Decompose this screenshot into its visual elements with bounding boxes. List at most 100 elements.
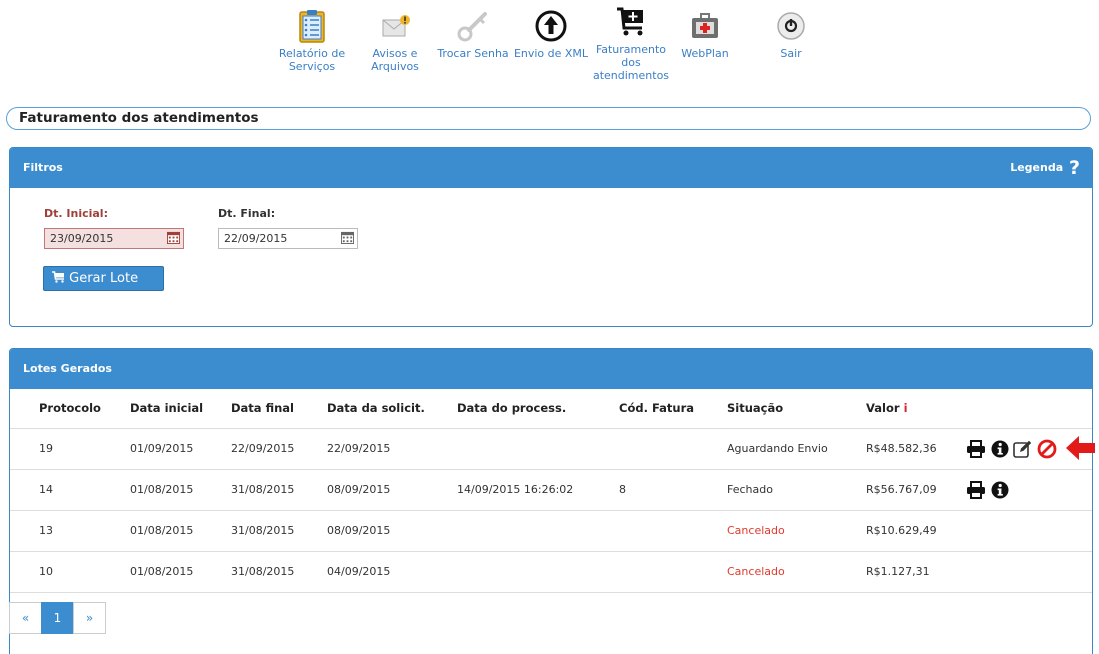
cell-actions <box>966 551 1092 593</box>
power-icon <box>777 12 805 40</box>
edit-icon[interactable] <box>1013 440 1032 458</box>
legend-label: Legenda <box>1010 161 1064 174</box>
cell-situacao: Cancelado <box>727 551 866 593</box>
cart-icon <box>52 271 64 283</box>
start-date-label: Dt. Inicial: <box>44 207 108 220</box>
cell-data-final: 22/09/2015 <box>231 428 327 470</box>
cell-data-solicit: 08/09/2015 <box>327 510 457 552</box>
nav-envio-xml[interactable]: Envio de XML <box>511 8 591 60</box>
clipboard-report-icon <box>299 10 325 43</box>
legend-link[interactable]: Legenda ? <box>1010 148 1080 188</box>
cell-data-final: 31/08/2015 <box>231 510 327 552</box>
pagination: « 1 » <box>9 602 106 634</box>
medical-kit-icon <box>692 13 718 38</box>
generate-lot-button[interactable]: Gerar Lote <box>43 266 164 291</box>
cancel-icon[interactable] <box>1037 439 1057 459</box>
cell-cod-fatura <box>619 428 727 470</box>
table-row: 13 01/08/2015 31/08/2015 08/09/2015 Canc… <box>10 510 1092 552</box>
nav-label: Envio de XML <box>513 47 589 60</box>
cell-cod-fatura: 8 <box>619 469 727 511</box>
cell-cod-fatura <box>619 510 727 552</box>
filters-header: Filtros Legenda ? <box>10 148 1092 188</box>
upload-circle-icon <box>535 10 567 42</box>
info-icon[interactable] <box>991 481 1009 499</box>
cell-data-process <box>457 428 619 470</box>
page-title: Faturamento dos atendimentos <box>6 107 1091 130</box>
question-icon[interactable]: ? <box>1069 148 1080 188</box>
start-date-input[interactable]: 23/09/2015 <box>44 228 184 249</box>
key-icon <box>457 12 487 42</box>
col-valor: Valor i <box>866 389 966 429</box>
cell-data-final: 31/08/2015 <box>231 469 327 511</box>
cell-data-final: 31/08/2015 <box>231 551 327 593</box>
col-actions <box>966 389 1092 429</box>
print-icon[interactable] <box>966 439 986 458</box>
cell-data-inicial: 01/08/2015 <box>130 551 231 593</box>
cart-plus-icon <box>617 7 643 36</box>
nav-label: Sair <box>780 47 802 60</box>
table-header-row: Protocolo Data inicial Data final Data d… <box>10 389 1092 429</box>
cell-valor: R$10.629,49 <box>866 510 966 552</box>
cell-actions <box>966 510 1092 552</box>
nav-faturamento[interactable]: Faturamento dos atendimentos <box>591 4 671 82</box>
cell-situacao: Cancelado <box>727 510 866 552</box>
cell-data-process: 14/09/2015 16:26:02 <box>457 469 619 511</box>
envelope-warning-icon <box>382 15 410 37</box>
nav-label: Avisos e Arquivos <box>371 47 419 73</box>
table-row: 19 01/09/2015 22/09/2015 22/09/2015 Agua… <box>10 428 1092 470</box>
cell-protocolo: 13 <box>10 510 130 552</box>
cell-data-solicit: 08/09/2015 <box>327 469 457 511</box>
generate-lot-label: Gerar Lote <box>69 271 139 286</box>
lotes-panel: Lotes Gerados Protocolo Data inicial Dat… <box>9 348 1093 654</box>
nav-webplan[interactable]: WebPlan <box>675 8 735 60</box>
filters-title: Filtros <box>23 161 63 174</box>
end-date-label: Dt. Final: <box>218 207 276 220</box>
calendar-icon[interactable] <box>167 231 180 244</box>
calendar-icon[interactable] <box>341 231 354 244</box>
col-data-solicit: Data da solicit. <box>327 389 457 429</box>
nav-avisos-arquivos[interactable]: Avisos e Arquivos <box>360 8 430 73</box>
cell-data-process <box>457 510 619 552</box>
red-arrow-icon <box>1066 436 1095 460</box>
col-data-inicial: Data inicial <box>130 389 231 429</box>
lotes-table: Protocolo Data inicial Data final Data d… <box>10 389 1092 593</box>
nav-sair[interactable]: Sair <box>766 8 816 60</box>
cell-data-inicial: 01/08/2015 <box>130 510 231 552</box>
lotes-header: Lotes Gerados <box>10 349 1092 389</box>
cell-data-solicit: 04/09/2015 <box>327 551 457 593</box>
nav-relatorio-servicos[interactable]: Relatório de Serviços <box>272 8 352 73</box>
pagination-page[interactable]: 1 <box>41 602 74 634</box>
col-data-process: Data do process. <box>457 389 619 429</box>
col-situacao: Situação <box>727 389 866 429</box>
cell-situacao: Fechado <box>727 469 866 511</box>
cell-protocolo: 10 <box>10 551 130 593</box>
print-icon[interactable] <box>966 480 986 499</box>
nav-label: WebPlan <box>681 47 729 60</box>
nav-trocar-senha[interactable]: Trocar Senha <box>433 8 513 60</box>
table-row: 10 01/08/2015 31/08/2015 04/09/2015 Canc… <box>10 551 1092 593</box>
cell-valor: R$48.582,36 <box>866 428 966 470</box>
cell-data-inicial: 01/08/2015 <box>130 469 231 511</box>
info-icon[interactable] <box>991 440 1009 458</box>
col-data-final: Data final <box>231 389 327 429</box>
nav-label: Trocar Senha <box>437 47 509 60</box>
cell-protocolo: 19 <box>10 428 130 470</box>
top-navigation: Relatório de Serviços Avisos e Arquivos … <box>0 0 1099 100</box>
cell-valor: R$1.127,31 <box>866 551 966 593</box>
col-valor-label: Valor <box>866 401 900 416</box>
table-row: 14 01/08/2015 31/08/2015 08/09/2015 14/0… <box>10 469 1092 511</box>
col-cod-fatura: Cód. Fatura <box>619 389 727 429</box>
nav-label: Faturamento dos atendimentos <box>592 43 670 82</box>
cell-valor: R$56.767,09 <box>866 469 966 511</box>
cell-actions <box>966 469 1092 511</box>
pagination-next[interactable]: » <box>73 602 106 634</box>
cell-protocolo: 14 <box>10 469 130 511</box>
cell-data-process <box>457 551 619 593</box>
col-protocolo: Protocolo <box>10 389 130 429</box>
pagination-prev[interactable]: « <box>9 602 42 634</box>
info-marker-icon[interactable]: i <box>904 401 908 415</box>
cell-data-solicit: 22/09/2015 <box>327 428 457 470</box>
end-date-input[interactable]: 22/09/2015 <box>218 228 358 249</box>
cell-situacao: Aguardando Envio <box>727 428 866 470</box>
filters-panel: Filtros Legenda ? Dt. Inicial: 23/09/201… <box>9 147 1093 327</box>
